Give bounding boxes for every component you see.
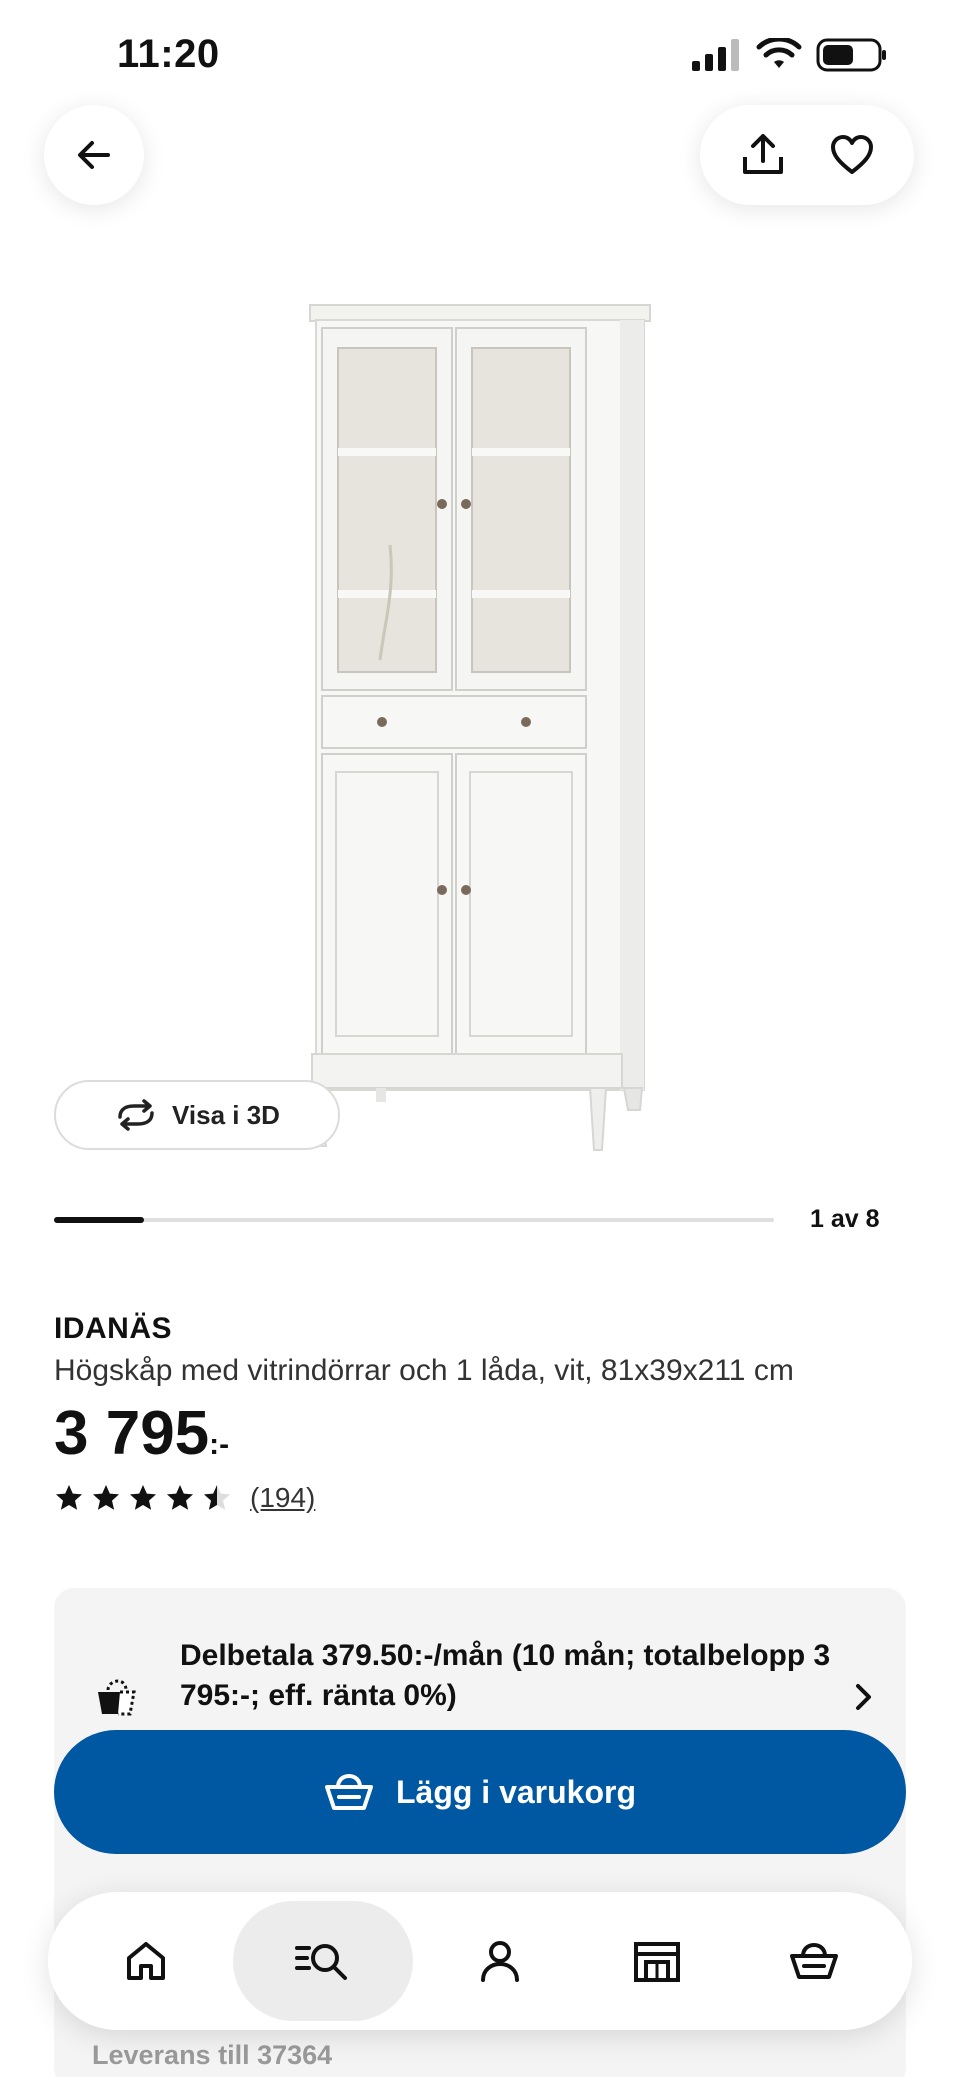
add-to-cart-label: Lägg i varukorg (395, 1773, 637, 1810)
basket-icon (789, 1942, 838, 1979)
battery-icon (816, 38, 886, 72)
view-3d-button[interactable]: Visa i 3D (54, 1080, 340, 1150)
bottom-nav (48, 1892, 912, 2030)
nav-profile[interactable] (430, 1901, 570, 2021)
installment-icon (98, 1679, 136, 1716)
gallery-progress-fill (54, 1217, 144, 1223)
product-image[interactable] (290, 290, 670, 1160)
star-icon (93, 1485, 119, 1510)
status-time: 11:20 (117, 32, 220, 76)
payment-text: Delbetala 379.50:-/mån (10 mån; totalbel… (180, 1639, 831, 1712)
back-button[interactable] (44, 105, 144, 205)
star-icon (204, 1485, 230, 1510)
view-3d-label: Visa i 3D (172, 1099, 280, 1130)
chevron-right-icon (856, 1684, 871, 1710)
rotate-3d-icon (118, 1099, 154, 1131)
product-description: Högskåp med vitrindörrar och 1 låda, vit… (54, 1354, 794, 1387)
nav-home[interactable] (76, 1901, 216, 2021)
favorite-button[interactable] (822, 125, 882, 185)
product-price: 3 795:- (54, 1396, 229, 1483)
gallery-progress (54, 1217, 774, 1223)
status-bar: 11:20 (0, 0, 960, 110)
header-actions (700, 105, 914, 205)
nav-search[interactable] (233, 1901, 414, 2021)
nav-cart[interactable] (744, 1901, 884, 2021)
rating-row[interactable]: (194) (54, 1482, 315, 1514)
heart-icon (830, 135, 873, 174)
store-icon (633, 1942, 680, 1982)
star-icon (130, 1485, 156, 1510)
price-value: 3 795 (54, 1399, 210, 1468)
gallery-counter: 1 av 8 (810, 1205, 880, 1233)
delivery-info: Leverans till 37364 (92, 2040, 333, 2070)
wifi-icon (756, 38, 802, 68)
nav-store[interactable] (587, 1901, 727, 2021)
star-icon (56, 1485, 82, 1510)
share-icon (742, 134, 783, 174)
home-icon (127, 1942, 166, 1980)
rating-stars (54, 1483, 232, 1513)
search-icon (295, 1944, 348, 1980)
arrow-left-icon (78, 141, 110, 169)
price-suffix: :- (209, 1428, 230, 1461)
share-button[interactable] (733, 125, 793, 185)
review-count[interactable]: (194) (250, 1482, 315, 1514)
add-to-cart-button[interactable]: Lägg i varukorg (54, 1730, 906, 1854)
star-icon (167, 1485, 193, 1510)
product-brand: IDANÄS (54, 1312, 173, 1345)
signal-icon (692, 39, 739, 71)
status-icons (692, 38, 888, 72)
profile-icon (480, 1941, 519, 1982)
basket-icon (324, 1773, 373, 1810)
